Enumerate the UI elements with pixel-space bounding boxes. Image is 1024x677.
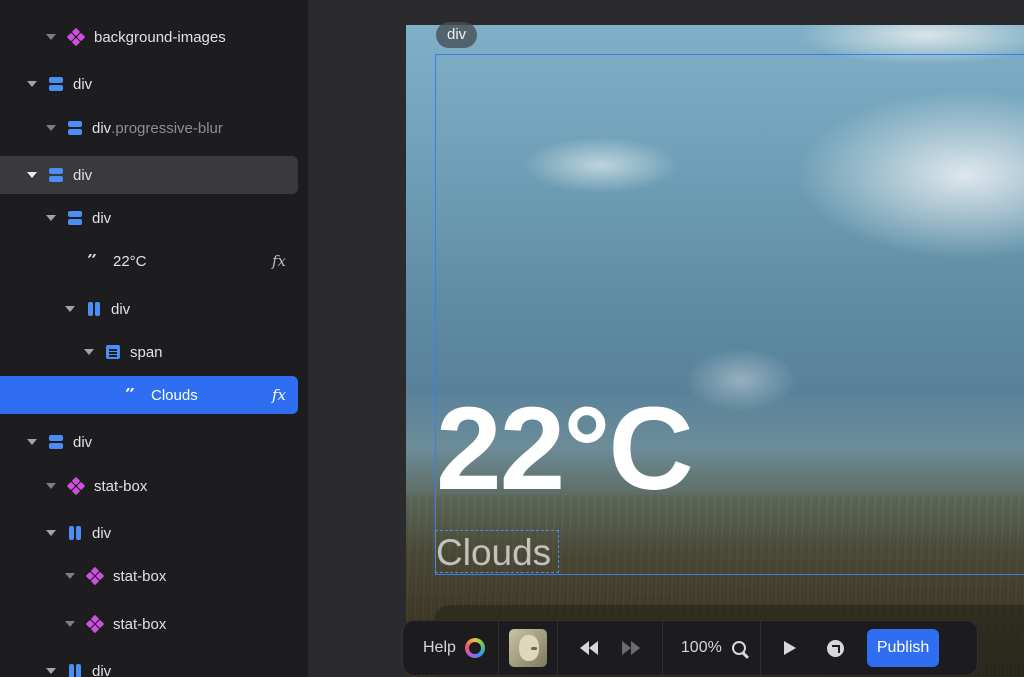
element-tag-badge: div (436, 22, 478, 48)
caret-down-icon[interactable] (65, 306, 75, 312)
layer-label: 22°C (113, 252, 147, 270)
publish-actions: Publish (761, 621, 949, 675)
layer-label: div (111, 300, 131, 318)
rewind-icon (579, 641, 598, 655)
bottom-toolbar: Help 100% Publish (402, 620, 978, 676)
layer-row[interactable]: span (0, 333, 298, 371)
arrow-up-right-icon (827, 639, 845, 657)
function-icon[interactable]: fx (272, 252, 286, 270)
zoom-level: 100% (680, 639, 722, 656)
layer-label: div (73, 166, 93, 184)
play-icon (783, 641, 796, 655)
layer-row[interactable]: div (0, 65, 298, 103)
function-icon[interactable]: fx (272, 386, 286, 404)
help-ring-icon (464, 638, 485, 658)
columns-icon (87, 302, 101, 316)
layer-label: span (130, 343, 163, 361)
caret-down-icon[interactable] (46, 34, 56, 40)
layer-row[interactable]: div .progressive-blur (0, 109, 298, 147)
undo-button[interactable] (570, 629, 608, 667)
layer-row[interactable]: stat-box (0, 605, 298, 643)
preview-button[interactable] (771, 629, 809, 667)
zoom-icon[interactable] (731, 641, 746, 655)
layer-row[interactable]: div (0, 652, 298, 677)
caret-down-icon[interactable] (27, 439, 37, 445)
layer-class-name: .progressive-blur (111, 119, 223, 137)
canvas-area[interactable]: div 22°C Clouds (309, 0, 1024, 677)
layer-row[interactable]: div (0, 423, 298, 461)
temperature-heading[interactable]: 22°C (436, 390, 694, 508)
publish-button[interactable]: Publish (866, 629, 940, 667)
layer-label: div (92, 524, 112, 542)
layer-label: div (92, 209, 112, 227)
stack-icon (49, 168, 63, 182)
layer-row[interactable]: background-images (0, 18, 298, 56)
columns-icon (68, 664, 82, 677)
avatar-section (499, 621, 558, 675)
stack-icon (68, 121, 82, 135)
caret-down-icon[interactable] (27, 81, 37, 87)
help-label: Help (423, 639, 456, 656)
zoom-control[interactable]: 100% (663, 621, 761, 675)
history-controls (558, 621, 663, 675)
caret-down-icon[interactable] (46, 125, 56, 131)
fast-forward-icon (621, 641, 640, 655)
stack-icon (68, 211, 82, 225)
layers-panel: background-images div div .progressive-blur… (0, 0, 309, 677)
layer-label: div (73, 75, 93, 93)
layer-row[interactable]: ” Clouds fx (0, 376, 298, 414)
columns-icon (68, 526, 82, 540)
help-button[interactable]: Help (403, 621, 499, 675)
open-site-button[interactable] (817, 629, 855, 667)
quote-icon: ” (125, 388, 136, 402)
layer-label: stat-box (94, 477, 148, 495)
layer-row[interactable]: div (0, 290, 298, 328)
layer-row[interactable]: div (0, 156, 298, 194)
layer-label: background-images (94, 28, 226, 46)
redo-button[interactable] (612, 629, 650, 667)
component-icon (66, 27, 86, 47)
stack-icon (49, 77, 63, 91)
layer-label: stat-box (113, 567, 167, 585)
caret-down-icon[interactable] (65, 621, 75, 627)
caret-down-icon[interactable] (46, 530, 56, 536)
layer-row[interactable]: div (0, 199, 298, 237)
layer-row[interactable]: ” 22°C fx (0, 242, 298, 280)
stack-icon (49, 435, 63, 449)
caret-down-icon[interactable] (46, 215, 56, 221)
quote-icon: ” (87, 254, 98, 268)
caret-down-icon[interactable] (65, 573, 75, 579)
layer-label: Clouds (151, 386, 198, 404)
avatar[interactable] (508, 629, 547, 667)
layer-label: div (73, 433, 93, 451)
layer-row[interactable]: div (0, 514, 298, 552)
component-icon (66, 476, 86, 496)
component-icon (85, 566, 105, 586)
caret-down-icon[interactable] (27, 172, 37, 178)
caret-down-icon[interactable] (46, 668, 56, 674)
caret-down-icon[interactable] (84, 349, 94, 355)
layer-row[interactable]: stat-box (0, 557, 298, 595)
layer-label: stat-box (113, 615, 167, 633)
hover-outline (435, 530, 559, 573)
component-icon (85, 614, 105, 634)
layer-row[interactable]: stat-box (0, 467, 298, 505)
layer-label: div (92, 119, 112, 137)
caret-down-icon[interactable] (46, 483, 56, 489)
text-block-icon (106, 345, 120, 359)
layer-label: div (92, 662, 112, 677)
